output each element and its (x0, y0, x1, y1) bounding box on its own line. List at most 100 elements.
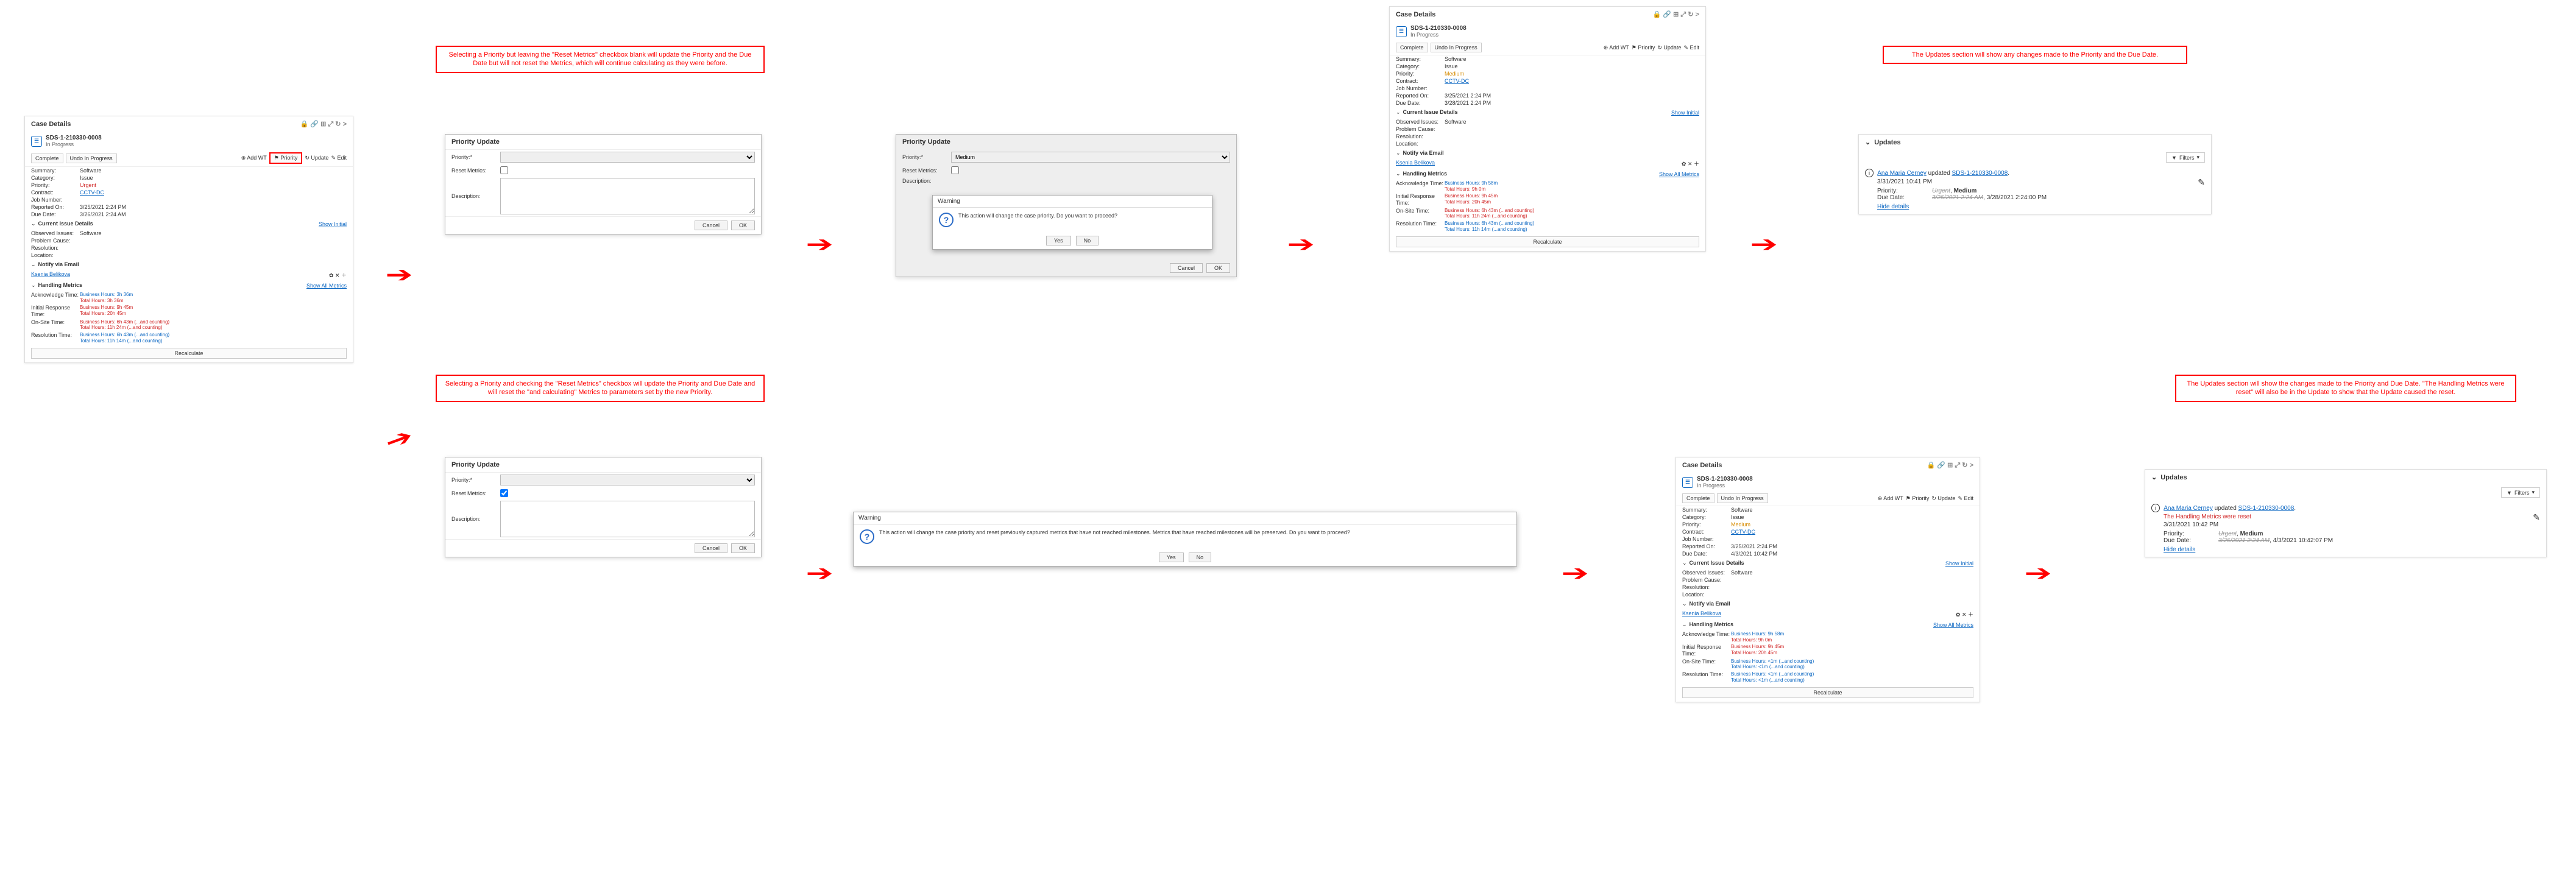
panel-title: Case Details (1396, 11, 1435, 18)
priority-select[interactable] (500, 152, 755, 163)
header-icons: 🔒 🔗 ⊞ ⤢ ↻ > (300, 120, 347, 129)
show-initial-link[interactable]: Show Initial (1671, 110, 1699, 116)
show-all-link[interactable]: Show All Metrics (1933, 622, 1973, 628)
filters-button[interactable]: ▼ Filters ▾ (2166, 152, 2205, 163)
priority-button[interactable]: ⚑ Priority (269, 152, 303, 164)
contract-link[interactable]: CCTV-DC (1731, 529, 1973, 535)
update-button[interactable]: ↻ Update (1931, 495, 1955, 502)
irt-th: Total Hours: 20h 45m (80, 311, 126, 316)
timestamp: 3/31/2021 10:41 PM (1865, 178, 2205, 185)
desc-textarea[interactable] (500, 501, 755, 537)
dlg-priority-label: Priority:* (451, 154, 500, 160)
cause-label: Problem Cause: (1396, 126, 1445, 132)
case-link[interactable]: SDS-1-210330-0008 (1952, 170, 2008, 177)
contact-link[interactable]: Ksenia Belikova (1682, 610, 1721, 618)
show-initial-link[interactable]: Show Initial (1945, 560, 1973, 567)
arrow-icon: ➔ (805, 560, 833, 586)
recalc-button[interactable]: Recalculate (1396, 236, 1699, 247)
cid-title[interactable]: Current Issue Details (1690, 560, 1744, 566)
edit-button[interactable]: ✎ Edit (331, 155, 347, 161)
edit-icon[interactable]: ✎ (2533, 512, 2540, 523)
notify-title[interactable]: Notify via Email (1403, 150, 1444, 156)
no-button[interactable]: No (1076, 236, 1099, 245)
ok-button[interactable]: OK (731, 221, 755, 230)
due-value: 4/3/2021 10:42 PM (1731, 551, 1973, 557)
yes-button[interactable]: Yes (1159, 552, 1184, 562)
chevron-down-icon[interactable]: ⌄ (2151, 473, 2157, 481)
notify-actions[interactable]: ✿ ✕ ＋ (1682, 160, 1699, 168)
priority-button[interactable]: ⚑ Priority (1906, 495, 1930, 502)
priority-button[interactable]: ⚑ Priority (1632, 44, 1655, 51)
update-button[interactable]: ↻ Update (1657, 44, 1681, 51)
notify-title[interactable]: Notify via Email (38, 261, 79, 267)
priority-select[interactable]: Medium (951, 152, 1230, 163)
case-icon: ☰ (31, 136, 42, 147)
metrics-title[interactable]: Handling Metrics (1403, 171, 1448, 177)
summary-label: Summary: (31, 168, 80, 174)
summary-label: Summary: (1396, 56, 1445, 62)
filters-button[interactable]: ▼ Filters ▾ (2501, 487, 2540, 498)
arrow-icon: ➔ (1287, 231, 1314, 257)
notify-actions[interactable]: ✿ ✕ ＋ (1956, 610, 1973, 618)
contact-link[interactable]: Ksenia Belikova (1396, 160, 1435, 168)
add-wt-button[interactable]: ⊕ Add WT (1878, 495, 1903, 502)
notify-title[interactable]: Notify via Email (1690, 601, 1730, 607)
case-link[interactable]: SDS-1-210330-0008 (2238, 505, 2295, 512)
obs-value: Software (1731, 570, 1973, 576)
metrics-title[interactable]: Handling Metrics (38, 282, 83, 288)
due-value: 3/26/2021 2:24 AM (80, 211, 347, 217)
recalc-button[interactable]: Recalculate (1682, 687, 1973, 698)
ost-label: On-Site Time: (31, 319, 80, 331)
show-initial-link[interactable]: Show Initial (319, 221, 347, 227)
irt-label: Initial Response Time: (31, 305, 80, 318)
undo-button[interactable]: Undo In Progress (1431, 43, 1482, 52)
priority-select[interactable] (500, 475, 755, 485)
complete-button[interactable]: Complete (1682, 493, 1714, 503)
ack-th: Total Hours: 3h 36m (80, 298, 124, 303)
yes-button[interactable]: Yes (1046, 236, 1071, 245)
upd-priority-label: Priority: (1877, 188, 1932, 194)
add-wt-button[interactable]: ⊕ Add WT (241, 155, 267, 161)
recalc-button[interactable]: Recalculate (31, 348, 347, 359)
hide-details-link[interactable]: Hide details (2164, 546, 2195, 553)
cancel-button[interactable]: Cancel (695, 221, 727, 230)
reset-checkbox[interactable] (500, 166, 508, 174)
complete-button[interactable]: Complete (1396, 43, 1428, 52)
complete-button[interactable]: Complete (31, 154, 63, 163)
cid-title[interactable]: Current Issue Details (38, 221, 93, 227)
hide-details-link[interactable]: Hide details (1877, 203, 1909, 210)
info-icon: i (1865, 169, 1874, 177)
show-all-link[interactable]: Show All Metrics (306, 283, 347, 289)
desc-textarea[interactable] (500, 178, 755, 214)
reset-checkbox[interactable] (500, 489, 508, 497)
undo-button[interactable]: Undo In Progress (66, 154, 117, 163)
no-button[interactable]: No (1189, 552, 1212, 562)
add-wt-button[interactable]: ⊕ Add WT (1604, 44, 1629, 51)
loc-label: Location: (31, 252, 80, 258)
ost-bh: Business Hours: <1m (...and counting) (1731, 658, 1814, 664)
author-link[interactable]: Ana Maria Cerney (1877, 170, 1927, 177)
cancel-button[interactable]: Cancel (1170, 263, 1203, 273)
chevron-down-icon[interactable]: ⌄ (1865, 138, 1870, 146)
summary-value: Software (1445, 56, 1699, 62)
obs-label: Observed Issues: (31, 230, 80, 236)
update-button[interactable]: ↻ Update (305, 155, 328, 161)
contract-link[interactable]: CCTV-DC (80, 189, 347, 196)
notify-actions[interactable]: ✿ ✕ ＋ (329, 271, 347, 279)
edit-icon[interactable]: ✎ (2198, 177, 2205, 188)
contract-link[interactable]: CCTV-DC (1445, 78, 1699, 84)
cid-title[interactable]: Current Issue Details (1403, 109, 1458, 115)
res-label: Resolution: (31, 245, 80, 251)
ok-button[interactable]: OK (1206, 263, 1230, 273)
undo-button[interactable]: Undo In Progress (1717, 493, 1768, 503)
ok-button[interactable]: OK (731, 543, 755, 553)
author-link[interactable]: Ana Maria Cerney (2164, 505, 2213, 512)
reset-checkbox[interactable] (951, 166, 959, 174)
edit-button[interactable]: ✎ Edit (1958, 495, 1973, 502)
edit-button[interactable]: ✎ Edit (1683, 44, 1699, 51)
metrics-title[interactable]: Handling Metrics (1690, 621, 1734, 627)
irt-label: Initial Response Time: (1682, 644, 1731, 657)
contact-link[interactable]: Ksenia Belikova (31, 271, 70, 279)
cancel-button[interactable]: Cancel (695, 543, 727, 553)
show-all-link[interactable]: Show All Metrics (1659, 171, 1699, 177)
